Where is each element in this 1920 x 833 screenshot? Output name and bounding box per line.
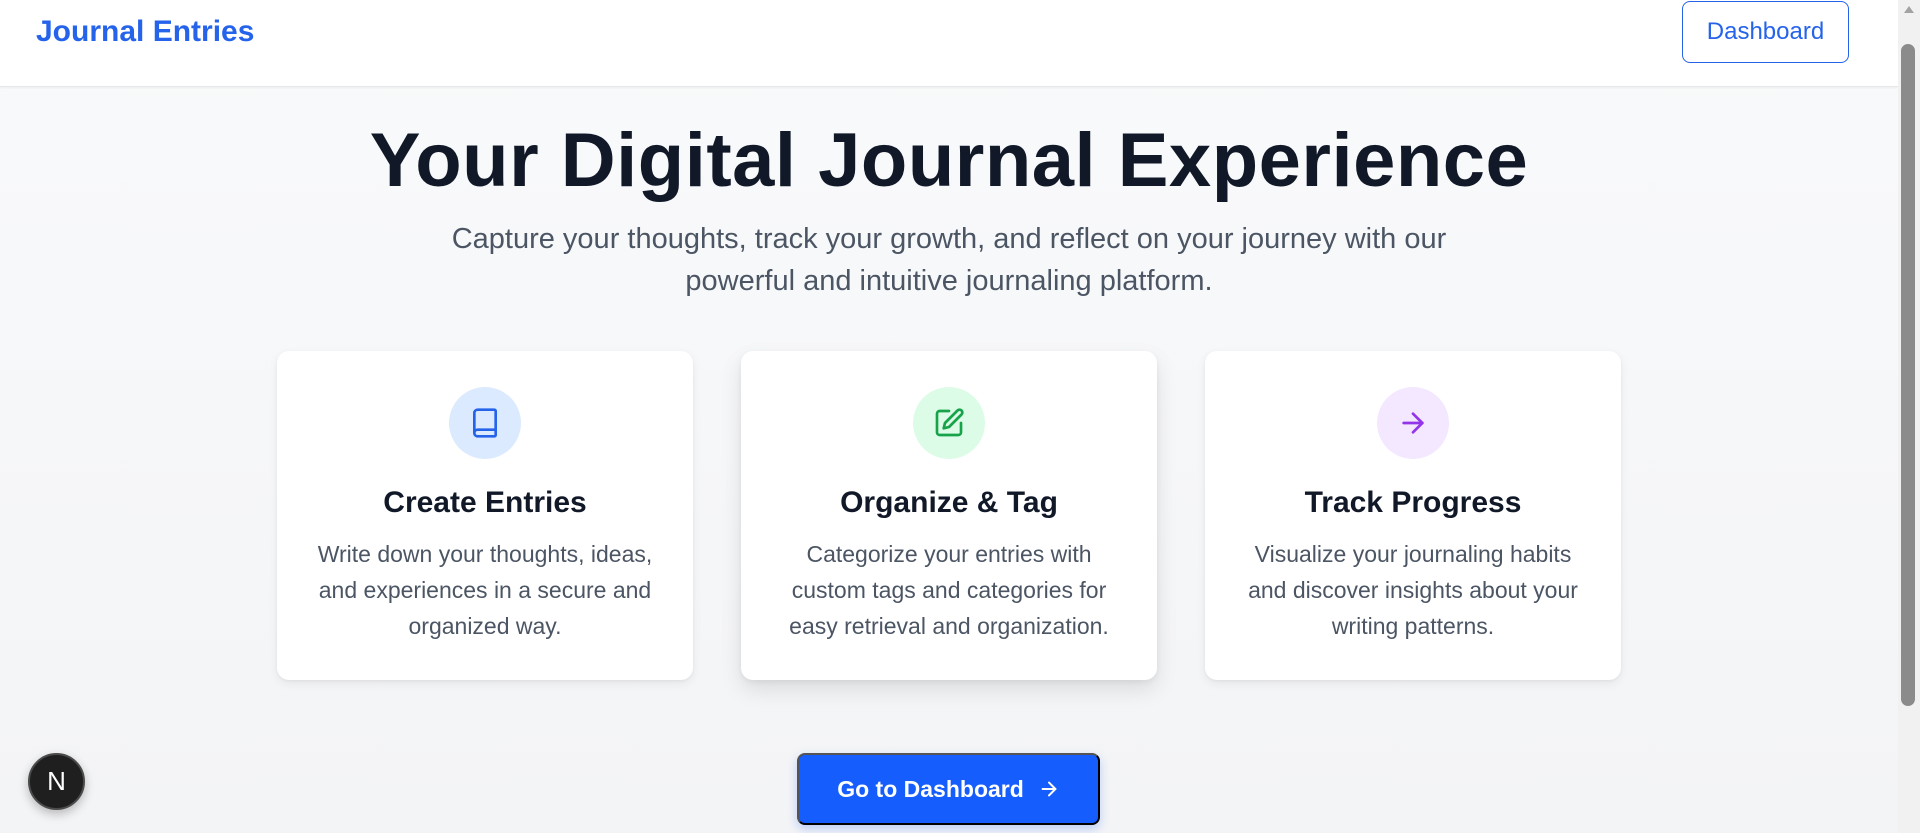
vertical-scrollbar[interactable] xyxy=(1898,0,1920,833)
cta-label: Go to Dashboard xyxy=(837,775,1024,802)
arrow-right-icon xyxy=(1038,778,1060,800)
brand-logo-link[interactable]: Journal Entries xyxy=(36,12,254,52)
top-navbar: Journal Entries Dashboard xyxy=(0,0,1898,87)
badge-letter: N xyxy=(47,766,66,796)
scroll-up-arrow-icon[interactable] xyxy=(1904,6,1914,13)
book-icon xyxy=(449,387,521,459)
hero-title: Your Digital Journal Experience xyxy=(369,118,1529,203)
dashboard-button[interactable]: Dashboard xyxy=(1682,1,1849,63)
feature-description: Visualize your journaling habits and dis… xyxy=(1248,541,1578,639)
go-to-dashboard-button[interactable]: Go to Dashboard xyxy=(797,753,1100,825)
feature-card-track-progress: Track Progress Visualize your journaling… xyxy=(1205,351,1621,680)
feature-description: Categorize your entries with custom tags… xyxy=(789,541,1109,639)
feature-title: Create Entries xyxy=(383,486,587,519)
nextjs-dev-badge[interactable]: N xyxy=(28,753,85,810)
feature-title: Track Progress xyxy=(1304,486,1522,519)
hero-subtitle: Capture your thoughts, track your growth… xyxy=(451,223,1447,297)
arrow-right-icon xyxy=(1377,387,1449,459)
feature-card-organize-tag: Organize & Tag Categorize your entries w… xyxy=(741,351,1157,680)
scrollbar-thumb[interactable] xyxy=(1901,44,1915,706)
feature-card-create-entries: Create Entries Write down your thoughts,… xyxy=(277,351,693,680)
edit-icon xyxy=(913,387,985,459)
feature-title: Organize & Tag xyxy=(840,486,1058,519)
feature-description: Write down your thoughts, ideas, and exp… xyxy=(317,541,653,639)
